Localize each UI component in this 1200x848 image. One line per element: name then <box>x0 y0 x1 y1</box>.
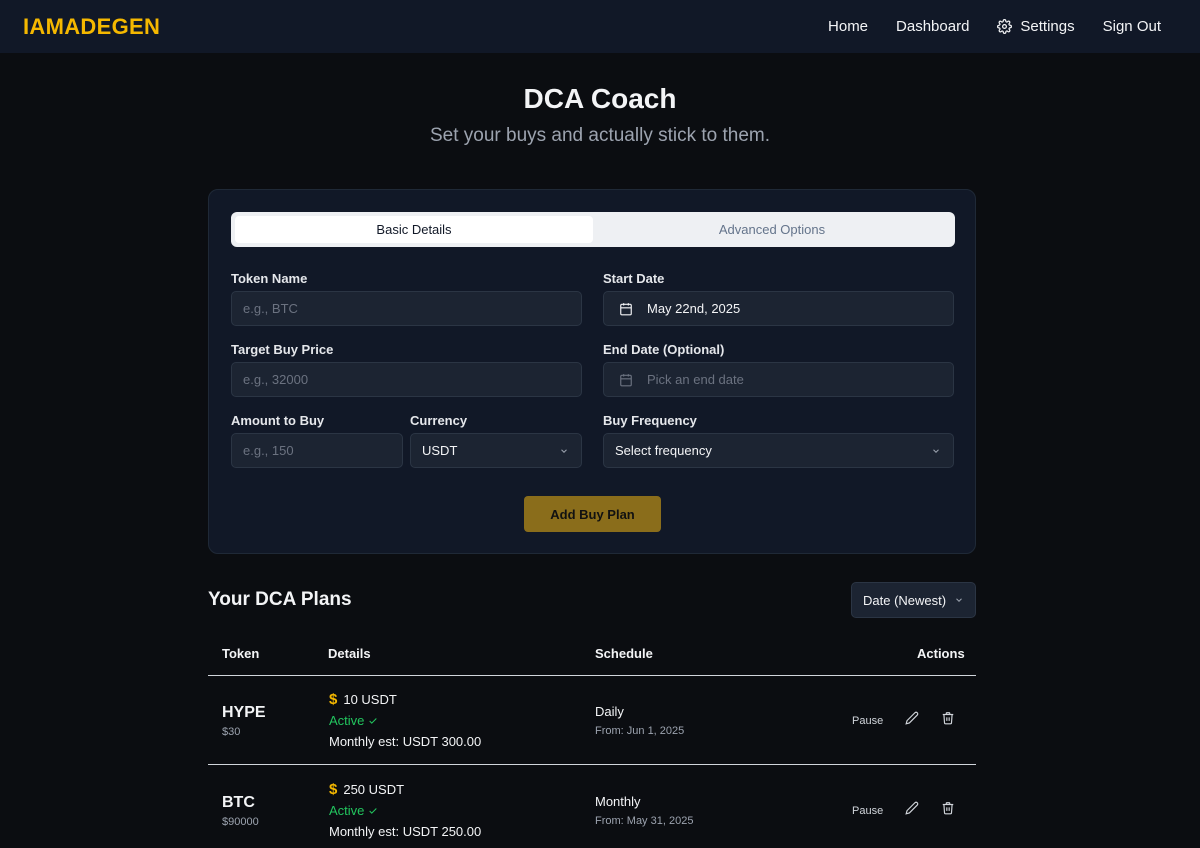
end-date-label: End Date (Optional) <box>603 342 725 357</box>
row-status-label: Active <box>329 713 365 728</box>
token-name-input[interactable]: e.g., BTC <box>231 291 582 326</box>
row-from-date: From: Jun 1, 2025 <box>595 725 685 737</box>
row-token-price: $30 <box>222 726 241 738</box>
header-token: Token <box>222 646 260 661</box>
amount-placeholder: e.g., 150 <box>243 443 294 458</box>
currency-select[interactable]: USDT <box>410 433 582 468</box>
sort-select[interactable]: Date (Newest) <box>851 582 976 618</box>
end-date-picker[interactable]: Pick an end date <box>603 362 954 397</box>
amount-label: Amount to Buy <box>231 413 325 428</box>
token-name-placeholder: e.g., BTC <box>243 301 298 316</box>
row-divider <box>208 764 976 765</box>
check-icon <box>369 807 378 814</box>
row-status-label: Active <box>329 803 365 818</box>
row-amount: $ 10 USDT <box>329 691 397 708</box>
row-token: BTC <box>222 794 255 811</box>
header-details: Details <box>328 646 371 661</box>
hero: DCA Coach Set your buys and actually sti… <box>0 83 1200 147</box>
target-price-label: Target Buy Price <box>231 342 334 357</box>
plan-form-card: Basic Details Advanced Options Token Nam… <box>208 189 976 554</box>
page-title: DCA Coach <box>523 83 677 114</box>
nav-settings-label: Settings <box>1020 18 1075 35</box>
currency-label: Currency <box>410 413 468 428</box>
row-frequency: Daily <box>595 704 624 719</box>
brand-logo[interactable]: IAMADEGEN <box>23 14 160 40</box>
frequency-label: Buy Frequency <box>603 413 697 428</box>
row-status: Active <box>329 713 378 728</box>
target-price-input[interactable]: e.g., 32000 <box>231 362 582 397</box>
start-date-value: May 22nd, 2025 <box>647 301 741 316</box>
nav-links: Home Dashboard Settings Sign Out <box>828 18 1177 35</box>
frequency-value: Select frequency <box>615 443 712 458</box>
row-monthly-est: Monthly est: USDT 300.00 <box>329 734 482 749</box>
token-name-label: Token Name <box>231 271 308 286</box>
currency-value: USDT <box>422 443 458 458</box>
start-date-picker[interactable]: May 22nd, 2025 <box>603 291 954 326</box>
calendar-icon <box>620 302 632 315</box>
row-amount-value: 10 USDT <box>343 692 397 707</box>
row-amount-value: 250 USDT <box>343 782 405 797</box>
sort-value: Date (Newest) <box>863 592 947 608</box>
row-token: HYPE <box>222 704 266 721</box>
chevron-down-icon <box>561 449 567 453</box>
pause-button[interactable]: Pause <box>852 805 883 817</box>
row-amount: $ 250 USDT <box>329 781 404 798</box>
pause-button[interactable]: Pause <box>852 715 883 727</box>
header-schedule: Schedule <box>595 646 653 661</box>
target-price-placeholder: e.g., 32000 <box>243 372 309 387</box>
frequency-select[interactable]: Select frequency <box>603 433 954 468</box>
trash-icon[interactable] <box>941 801 955 815</box>
plans-title: Your DCA Plans <box>208 589 352 610</box>
gear-icon <box>997 19 1013 34</box>
form-tabs: Basic Details Advanced Options <box>231 212 955 247</box>
row-token-price: $90000 <box>222 816 259 828</box>
top-nav: IAMADEGEN Home Dashboard Settings Sign O… <box>0 0 1200 53</box>
trash-icon[interactable] <box>941 711 955 725</box>
edit-icon[interactable] <box>905 711 919 725</box>
row-from-date: From: May 31, 2025 <box>595 815 694 827</box>
check-icon <box>369 717 378 724</box>
chevron-down-icon <box>933 449 939 453</box>
nav-dashboard[interactable]: Dashboard <box>896 18 969 35</box>
chevron-down-icon <box>956 598 962 602</box>
dollar-icon: $ <box>329 781 338 798</box>
nav-home[interactable]: Home <box>828 18 868 35</box>
calendar-icon <box>620 373 632 386</box>
header-actions: Actions <box>917 646 965 661</box>
tab-advanced-options[interactable]: Advanced Options <box>593 216 951 243</box>
tab-basic-details[interactable]: Basic Details <box>235 216 593 243</box>
end-date-placeholder: Pick an end date <box>647 372 744 387</box>
start-date-label: Start Date <box>603 271 665 286</box>
row-frequency: Monthly <box>595 794 641 809</box>
amount-input[interactable]: e.g., 150 <box>231 433 403 468</box>
row-status: Active <box>329 803 378 818</box>
nav-settings[interactable]: Settings <box>997 18 1075 35</box>
nav-signout[interactable]: Sign Out <box>1103 18 1161 35</box>
edit-icon[interactable] <box>905 801 919 815</box>
dollar-icon: $ <box>329 691 338 708</box>
page-subtitle: Set your buys and actually stick to them… <box>429 125 771 146</box>
add-buy-plan-button[interactable]: Add Buy Plan <box>524 496 661 532</box>
table-header-divider <box>208 675 976 676</box>
row-monthly-est: Monthly est: USDT 250.00 <box>329 824 482 839</box>
